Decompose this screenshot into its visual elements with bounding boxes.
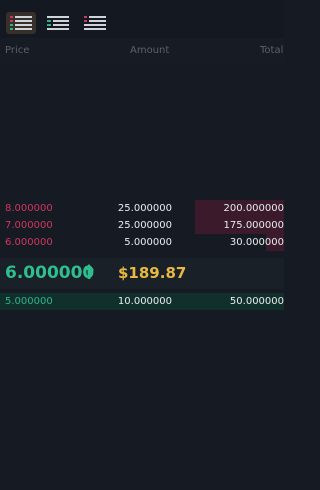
ask-row[interactable]: 7.000000 25.000000 175.000000 [0,217,284,234]
arrow-up-icon [84,264,94,279]
ask-price: 6.000000 [5,237,53,248]
last-price-usd: $189.87 [118,264,187,282]
ask-amount: 5.000000 [124,237,172,248]
bid-amount: 10.000000 [117,296,172,307]
last-price: 6.000000 [5,263,95,283]
ask-amount: 25.000000 [117,220,172,231]
orderbook-both-icon [10,16,32,30]
bid-total: 50.000000 [229,296,284,307]
ask-amount: 25.000000 [117,203,172,214]
ask-total: 30.000000 [229,237,284,248]
price-column-header: Price [5,45,30,56]
view-asks-button[interactable] [80,12,110,34]
ask-row[interactable]: 8.000000 25.000000 200.000000 [0,200,284,217]
ask-price: 7.000000 [5,220,53,231]
ask-row[interactable]: 6.000000 5.000000 30.000000 [0,234,284,251]
ask-price: 8.000000 [5,203,53,214]
orderbook-asks-icon [84,16,106,30]
order-book: Price Amount Total 8.000000 25.000000 20… [0,0,284,490]
view-bids-button[interactable] [43,12,73,34]
total-column-header: Total [260,45,284,56]
ask-total: 175.000000 [223,220,284,231]
column-header: Price Amount Total [0,38,284,64]
last-price-bar: 6.000000 $189.87 [0,258,284,289]
amount-column-header: Amount [130,45,170,56]
bid-row[interactable]: 5.000000 10.000000 50.000000 [0,293,284,310]
bid-price: 5.000000 [5,296,53,307]
view-toolbar [0,0,284,38]
ask-total: 200.000000 [223,203,284,214]
orderbook-bids-icon [47,16,69,30]
view-both-button[interactable] [6,12,36,34]
